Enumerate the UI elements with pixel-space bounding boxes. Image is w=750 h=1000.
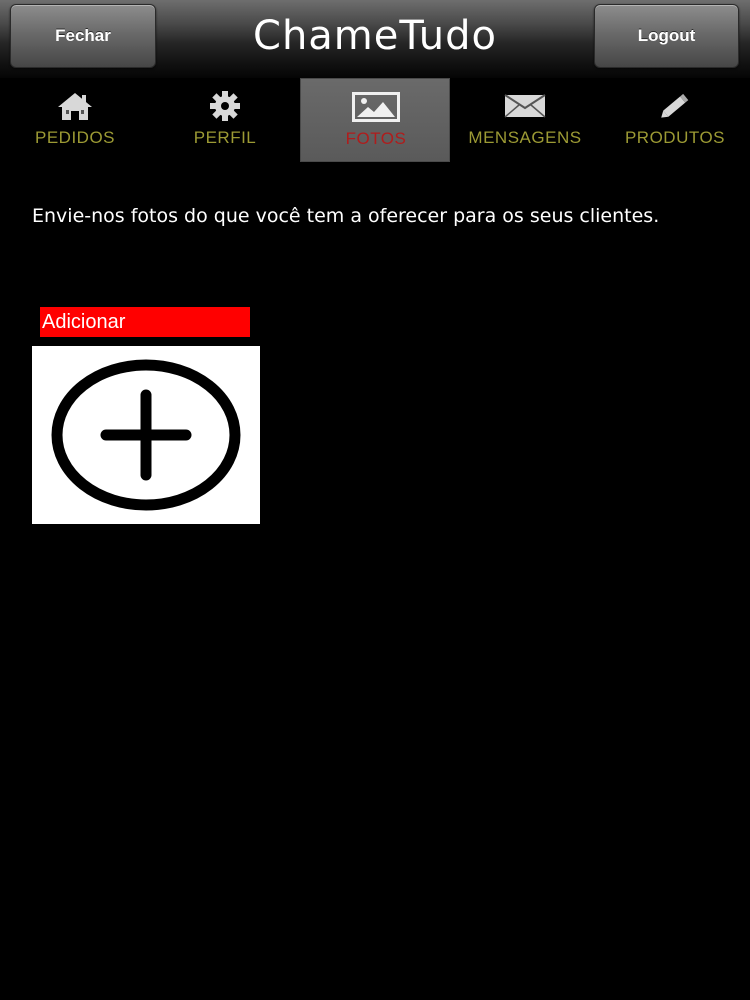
- app-title: ChameTudo: [253, 13, 497, 59]
- header-bar: Fechar ChameTudo Logout: [0, 0, 750, 78]
- tab-produtos[interactable]: PRODUTOS: [600, 78, 750, 162]
- add-photo-button[interactable]: [32, 346, 260, 524]
- add-photo-label[interactable]: Adicionar: [40, 307, 250, 337]
- app-screen: Fechar ChameTudo Logout PEDIDOS PERFIL F…: [0, 0, 750, 1000]
- tab-fotos[interactable]: FOTOS: [300, 78, 450, 162]
- tab-pedidos[interactable]: PEDIDOS: [0, 78, 150, 162]
- pencil-icon: [600, 90, 750, 122]
- tab-label: PRODUTOS: [624, 128, 726, 147]
- close-button[interactable]: Fechar: [10, 4, 156, 68]
- home-icon: [0, 90, 150, 122]
- tab-label: MENSAGENS: [468, 128, 582, 147]
- intro-text: Envie-nos fotos do que você tem a oferec…: [32, 205, 660, 227]
- tab-mensagens[interactable]: MENSAGENS: [450, 78, 600, 162]
- tab-label: PERFIL: [193, 128, 257, 147]
- tab-label: FOTOS: [345, 129, 407, 148]
- tab-perfil[interactable]: PERFIL: [150, 78, 300, 162]
- logout-button[interactable]: Logout: [594, 4, 739, 68]
- image-icon: [301, 91, 451, 123]
- tab-bar: PEDIDOS PERFIL FOTOS MENSAGENS PRODUTOS: [0, 78, 750, 162]
- envelope-icon: [450, 90, 600, 122]
- plus-circle-icon: [51, 359, 241, 511]
- tab-label: PEDIDOS: [34, 128, 116, 147]
- gear-icon: [150, 90, 300, 122]
